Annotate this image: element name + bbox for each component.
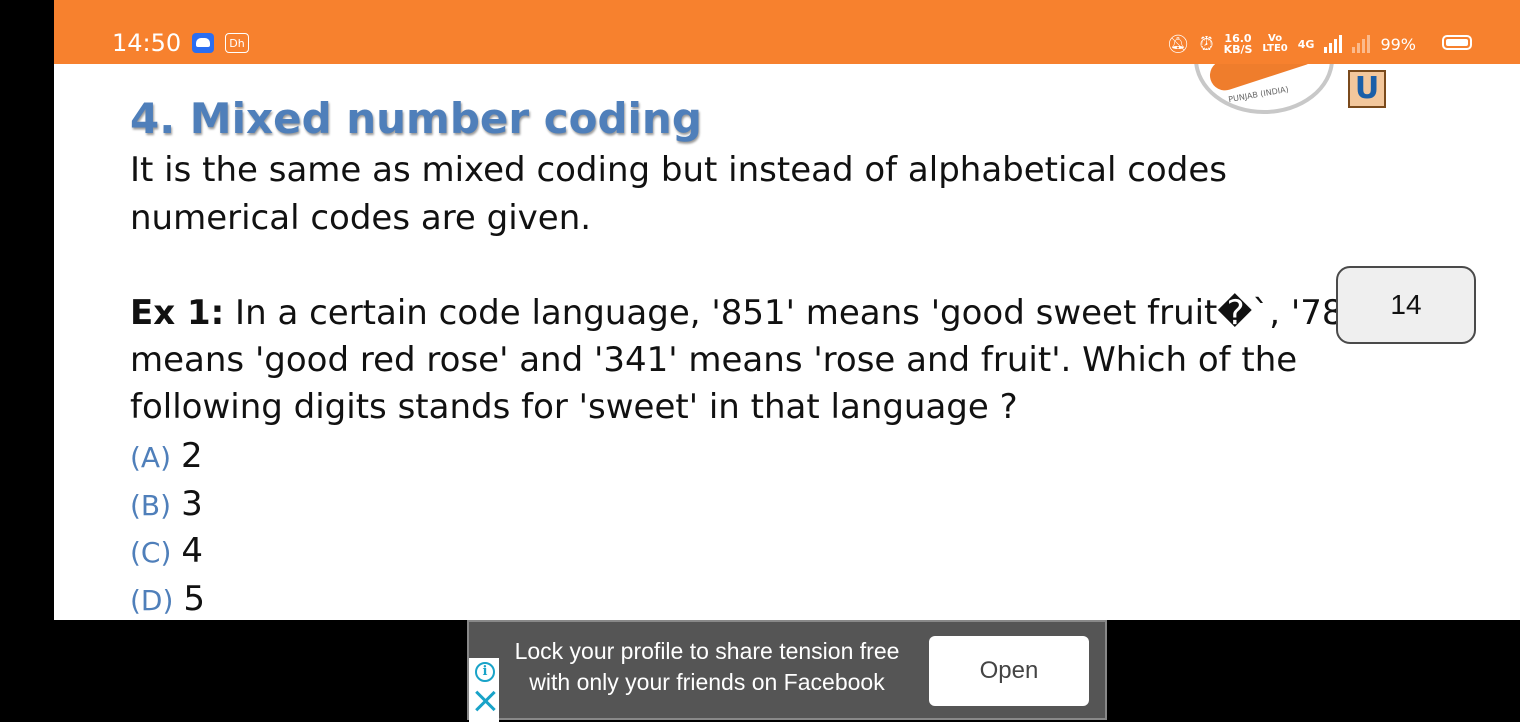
signal-strength-icon [1324, 35, 1343, 53]
status-time: 14:50 [112, 29, 182, 57]
option-b: (B) 3 [130, 484, 203, 524]
logo-text: PUNJAB (INDIA) [1227, 84, 1290, 105]
example-label: Ex 1: [130, 293, 225, 333]
battery-percent: 99% [1380, 34, 1416, 54]
slide-page: PUNJAB (INDIA) U 4. Mixed number coding … [54, 64, 1520, 620]
u-badge-icon: U [1348, 70, 1386, 108]
speed-unit: KB/S [1223, 43, 1253, 56]
example-question: Ex 1: In a certain code language, '851' … [130, 290, 1390, 431]
ad-text[interactable]: Lock your profile to share tension free … [501, 636, 913, 698]
example-text: In a certain code language, '851' means … [130, 293, 1373, 427]
status-indicators: 🔕︎ ⏰︎ 16.0 KB/S Vo LTE0 4G 99% [1167, 28, 1460, 60]
battery-icon [1442, 35, 1472, 50]
option-value: 5 [183, 579, 206, 619]
ad-banner[interactable]: i Lock your profile to share tension fre… [467, 620, 1107, 722]
close-icon[interactable] [473, 688, 497, 712]
open-button[interactable]: Open [929, 636, 1089, 706]
option-letter: (B) [130, 489, 172, 522]
page-number-badge[interactable]: 14 [1336, 266, 1476, 344]
option-letter: (D) [130, 584, 174, 617]
option-c: (C) 4 [130, 531, 203, 571]
network-speed: 16.0 KB/S [1224, 33, 1253, 55]
option-value: 4 [181, 531, 204, 571]
option-d: (D) 5 [130, 579, 205, 619]
description-paragraph: It is the same as mixed coding but inste… [130, 150, 1227, 238]
option-a: (A) 2 [130, 436, 203, 476]
app-badge-icon: Dh [225, 33, 249, 53]
ad-choices: i [469, 658, 499, 722]
status-bar: 14:50 Dh 🔕︎ ⏰︎ 16.0 KB/S Vo LTE0 4G 99% [54, 0, 1520, 64]
option-letter: (A) [130, 441, 172, 474]
mute-bell-icon: 🔕︎ [1166, 33, 1190, 55]
university-logo: PUNJAB (INDIA) [1194, 64, 1334, 114]
alarm-icon: ⏰︎ [1199, 33, 1214, 55]
option-letter: (C) [130, 536, 172, 569]
option-value: 3 [181, 484, 203, 524]
volte-indicator: Vo LTE0 [1262, 34, 1287, 54]
info-icon[interactable]: i [475, 662, 495, 682]
network-type: 4G [1297, 37, 1315, 51]
volte-bottom: LTE0 [1262, 43, 1288, 54]
section-heading: 4. Mixed number coding [130, 94, 702, 143]
signal-strength-sim2-icon [1352, 35, 1371, 53]
android-app-icon [192, 33, 214, 53]
option-value: 2 [181, 436, 203, 476]
